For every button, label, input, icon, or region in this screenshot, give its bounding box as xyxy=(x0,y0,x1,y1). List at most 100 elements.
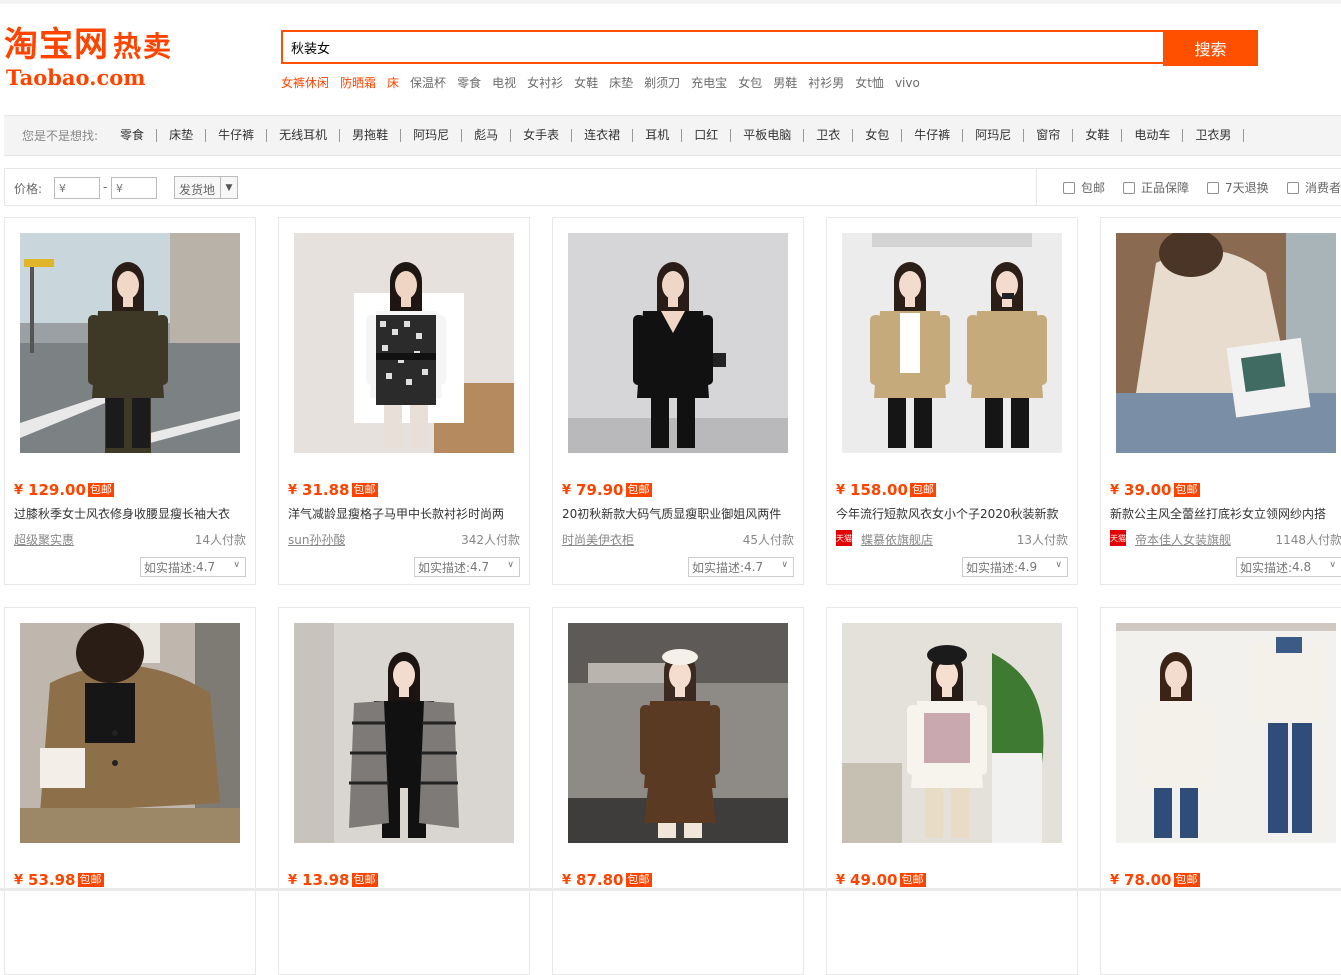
price-max-input[interactable] xyxy=(111,177,157,199)
product-card[interactable]: ¥53.98 包邮 xyxy=(4,607,256,975)
service-option-checkbox[interactable]: 正品保障 xyxy=(1123,179,1189,196)
product-card[interactable]: ¥87.80 包邮 xyxy=(552,607,804,975)
product-title-link[interactable]: 过膝秋季女士风衣修身收腰显瘦长袖大衣 xyxy=(14,505,250,522)
rating-label: 如实描述: xyxy=(692,560,745,575)
suggestion-link[interactable]: 女手表 xyxy=(511,129,573,142)
hot-word-link[interactable]: 防晒霜 xyxy=(340,76,376,90)
product-image[interactable] xyxy=(1116,233,1336,453)
product-card[interactable]: ¥49.00 包邮 xyxy=(826,607,1078,975)
currency-symbol: ¥ xyxy=(14,482,24,498)
hot-word-link[interactable]: 零食 xyxy=(457,76,481,90)
service-option-checkbox[interactable]: 7天退换 xyxy=(1207,179,1269,196)
chevron-down-icon: ∨ xyxy=(1329,560,1336,570)
hot-word-link[interactable]: 男鞋 xyxy=(773,76,797,90)
suggestion-link[interactable]: 窗帘 xyxy=(1024,129,1074,142)
currency-symbol: ¥ xyxy=(288,872,298,888)
service-option-checkbox[interactable]: 消费者保障 xyxy=(1287,179,1341,196)
suggestion-link[interactable]: 阿玛尼 xyxy=(401,129,463,142)
free-shipping-badge: 包邮 xyxy=(351,483,378,497)
taobao-logo[interactable]: 淘宝网 热卖 Taobao.com xyxy=(4,26,219,90)
product-image[interactable] xyxy=(1116,623,1336,843)
rating-dropdown[interactable]: 如实描述: 4.7 ∨ xyxy=(414,557,520,577)
ship-from-label: 发货地 xyxy=(179,183,216,197)
currency-symbol: ¥ xyxy=(1110,872,1120,888)
rating-label: 如实描述: xyxy=(418,560,471,575)
rating-value: 4.7 xyxy=(744,560,764,574)
service-option-checkbox[interactable]: 包邮 xyxy=(1063,179,1105,196)
hot-word-link[interactable]: 电视 xyxy=(492,76,516,90)
suggestion-link[interactable]: 彪马 xyxy=(462,129,512,142)
suggestion-link[interactable]: 男拖鞋 xyxy=(340,129,402,142)
suggestion-link[interactable]: 卫衣男 xyxy=(1183,129,1245,142)
shop-link[interactable]: 蝶慕依旗舰店 xyxy=(861,531,933,548)
rating-dropdown[interactable]: 如实描述: 4.7 ∨ xyxy=(688,557,794,577)
suggestion-link[interactable]: 电动车 xyxy=(1122,129,1184,142)
shop-link[interactable]: 帝本佳人女装旗舰 xyxy=(1135,531,1231,548)
suggestion-link[interactable]: 床垫 xyxy=(157,129,207,142)
hot-word-link[interactable]: vivo xyxy=(895,76,920,90)
product-card[interactable]: ¥129.00 包邮 过膝秋季女士风衣修身收腰显瘦长袖大衣 超级聚实惠 14人付款 如实描… xyxy=(4,217,256,585)
suggestion-link[interactable]: 耳机 xyxy=(633,129,683,142)
product-title-link[interactable]: 20初秋新款大码气质显瘦职业御姐风两件 xyxy=(562,505,798,522)
suggestion-link[interactable]: 平板电脑 xyxy=(731,129,805,142)
checkbox-icon[interactable] xyxy=(1063,181,1075,194)
product-image[interactable] xyxy=(568,233,788,453)
product-title-link[interactable]: 新款公主风全蕾丝打底衫女立领网纱内搭 xyxy=(1110,505,1341,522)
price-value: 31.88 xyxy=(302,481,350,499)
product-image[interactable] xyxy=(20,233,240,453)
product-title-link[interactable]: 今年流行短款风衣女小个子2020秋装新款 xyxy=(836,505,1072,522)
search-input[interactable] xyxy=(291,32,1151,62)
rating-dropdown[interactable]: 如实描述: 4.9 ∨ xyxy=(962,557,1068,577)
product-card[interactable]: ¥13.98 包邮 xyxy=(278,607,530,975)
search-button[interactable]: 搜索 xyxy=(1163,30,1258,66)
product-image[interactable] xyxy=(842,233,1062,453)
product-card[interactable]: ¥78.00 包邮 xyxy=(1100,607,1341,975)
suggestion-link[interactable]: 卫衣 xyxy=(804,129,854,142)
checkbox-icon[interactable] xyxy=(1207,181,1219,194)
suggestion-link[interactable]: 牛仔裤 xyxy=(902,129,964,142)
hot-word-link[interactable]: 女包 xyxy=(738,76,762,90)
shop-link[interactable]: sun孙孙酸 xyxy=(288,531,345,548)
product-card[interactable]: ¥79.90 包邮 20初秋新款大码气质显瘦职业御姐风两件 时尚美伊衣柜 45人付款 如实… xyxy=(552,217,804,585)
suggestion-link[interactable]: 女包 xyxy=(853,129,903,142)
hot-word-link[interactable]: 女t恤 xyxy=(855,76,884,90)
shop-link[interactable]: 超级聚实惠 xyxy=(14,531,74,548)
product-card[interactable]: ¥31.88 包邮 洋气减龄显瘦格子马甲中长款衬衫时尚两 sun孙孙酸 342人付款 如实… xyxy=(278,217,530,585)
price-min-input[interactable] xyxy=(54,177,100,199)
ship-from-select[interactable]: 发货地 ▼ xyxy=(174,176,238,199)
suggestion-link[interactable]: 女鞋 xyxy=(1073,129,1123,142)
product-image[interactable] xyxy=(294,623,514,843)
tmall-icon: 天猫 xyxy=(1110,530,1126,546)
hot-word-link[interactable]: 保温杯 xyxy=(410,76,446,90)
suggestion-link[interactable]: 口红 xyxy=(682,129,732,142)
product-title-link[interactable]: 洋气减龄显瘦格子马甲中长款衬衫时尚两 xyxy=(288,505,524,522)
checkbox-icon[interactable] xyxy=(1287,181,1299,194)
hot-word-link[interactable]: 女鞋 xyxy=(574,76,598,90)
hot-word-link[interactable]: 床 xyxy=(387,76,399,90)
product-image[interactable] xyxy=(568,623,788,843)
product-card[interactable]: ¥158.00 包邮 今年流行短款风衣女小个子2020秋装新款 天猫 蝶慕依旗舰店 13人… xyxy=(826,217,1078,585)
sales-count: 342人付款 xyxy=(461,533,520,547)
rating-dropdown[interactable]: 如实描述: 4.8 ∨ xyxy=(1236,557,1341,577)
hot-word-link[interactable]: 女裤休闲 xyxy=(281,76,329,90)
tmall-icon: 天猫 xyxy=(836,530,852,546)
suggestion-link[interactable]: 连衣裙 xyxy=(572,129,634,142)
checkbox-icon[interactable] xyxy=(1123,181,1135,194)
suggestion-link[interactable]: 牛仔裤 xyxy=(206,129,268,142)
hot-word-link[interactable]: 充电宝 xyxy=(691,76,727,90)
product-image[interactable] xyxy=(294,233,514,453)
suggestion-link[interactable]: 零食 xyxy=(108,129,158,142)
suggestion-label: 您是不是想找: xyxy=(22,129,99,143)
product-image[interactable] xyxy=(20,623,240,843)
chevron-down-icon: ∨ xyxy=(233,560,240,570)
hot-word-link[interactable]: 床垫 xyxy=(609,76,633,90)
shop-link[interactable]: 时尚美伊衣柜 xyxy=(562,531,634,548)
hot-word-link[interactable]: 女衬衫 xyxy=(527,76,563,90)
hot-word-link[interactable]: 衬衫男 xyxy=(808,76,844,90)
hot-word-link[interactable]: 剃须刀 xyxy=(644,76,680,90)
product-card[interactable]: ¥39.00 包邮 新款公主风全蕾丝打底衫女立领网纱内搭 天猫 帝本佳人女装旗舰 1148… xyxy=(1100,217,1341,585)
product-image[interactable] xyxy=(842,623,1062,843)
rating-dropdown[interactable]: 如实描述: 4.7 ∨ xyxy=(140,557,246,577)
suggestion-link[interactable]: 阿玛尼 xyxy=(963,129,1025,142)
suggestion-link[interactable]: 无线耳机 xyxy=(267,129,341,142)
